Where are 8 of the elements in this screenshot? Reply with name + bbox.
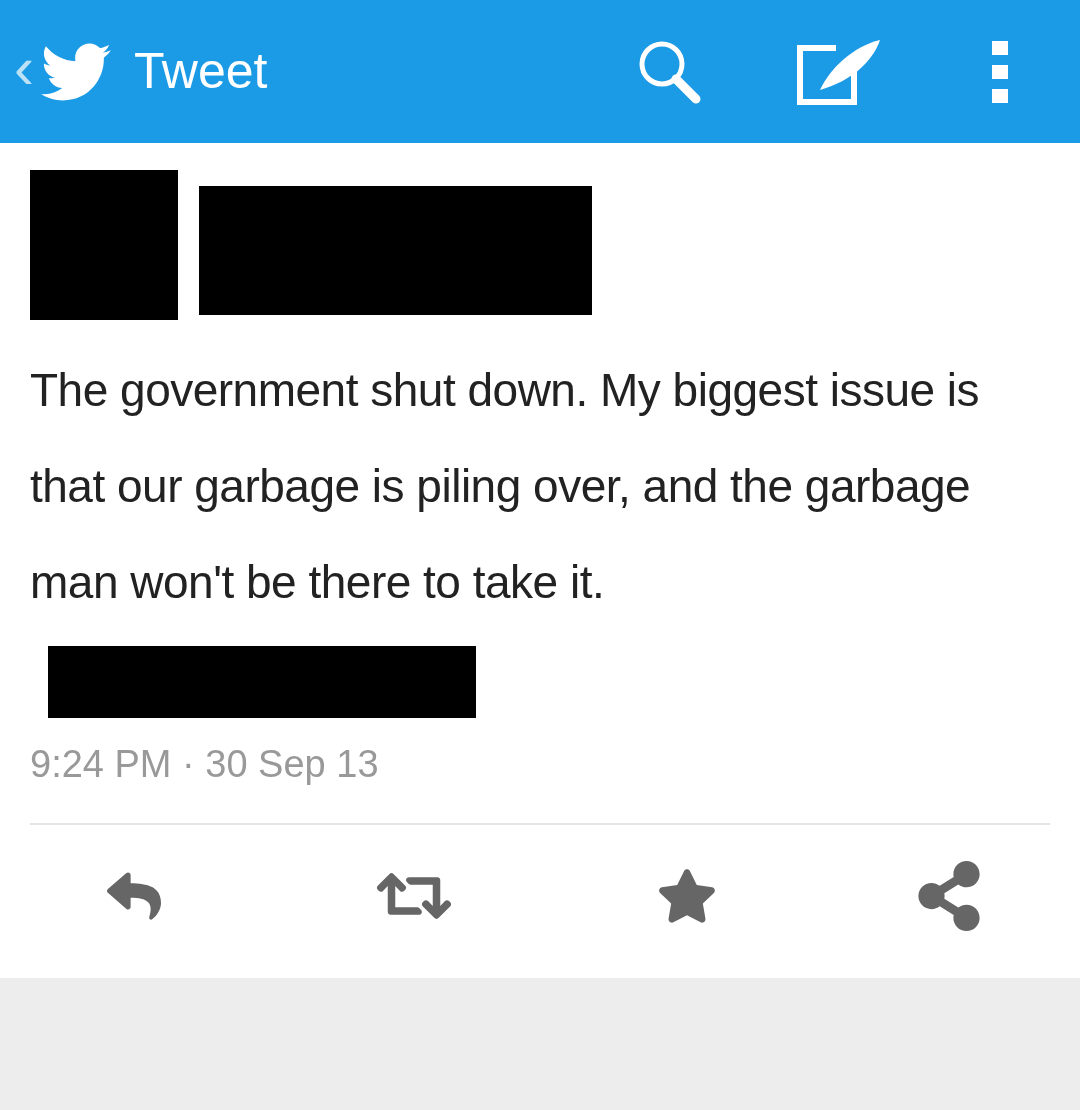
- tweet-text: The government shut down. My biggest issue is that our garbage is piling over, and the garbage man won't be there to take it.: [30, 342, 1050, 726]
- more-icon[interactable]: [992, 40, 1008, 103]
- back-button[interactable]: ‹: [14, 37, 34, 98]
- tweet-timestamp: 9:24 PM · 30 Sep 13: [30, 742, 380, 787]
- share-icon[interactable]: [915, 861, 982, 931]
- compose-icon[interactable]: [796, 37, 882, 106]
- star-icon[interactable]: [657, 867, 718, 925]
- screen-title: Tweet: [134, 42, 268, 101]
